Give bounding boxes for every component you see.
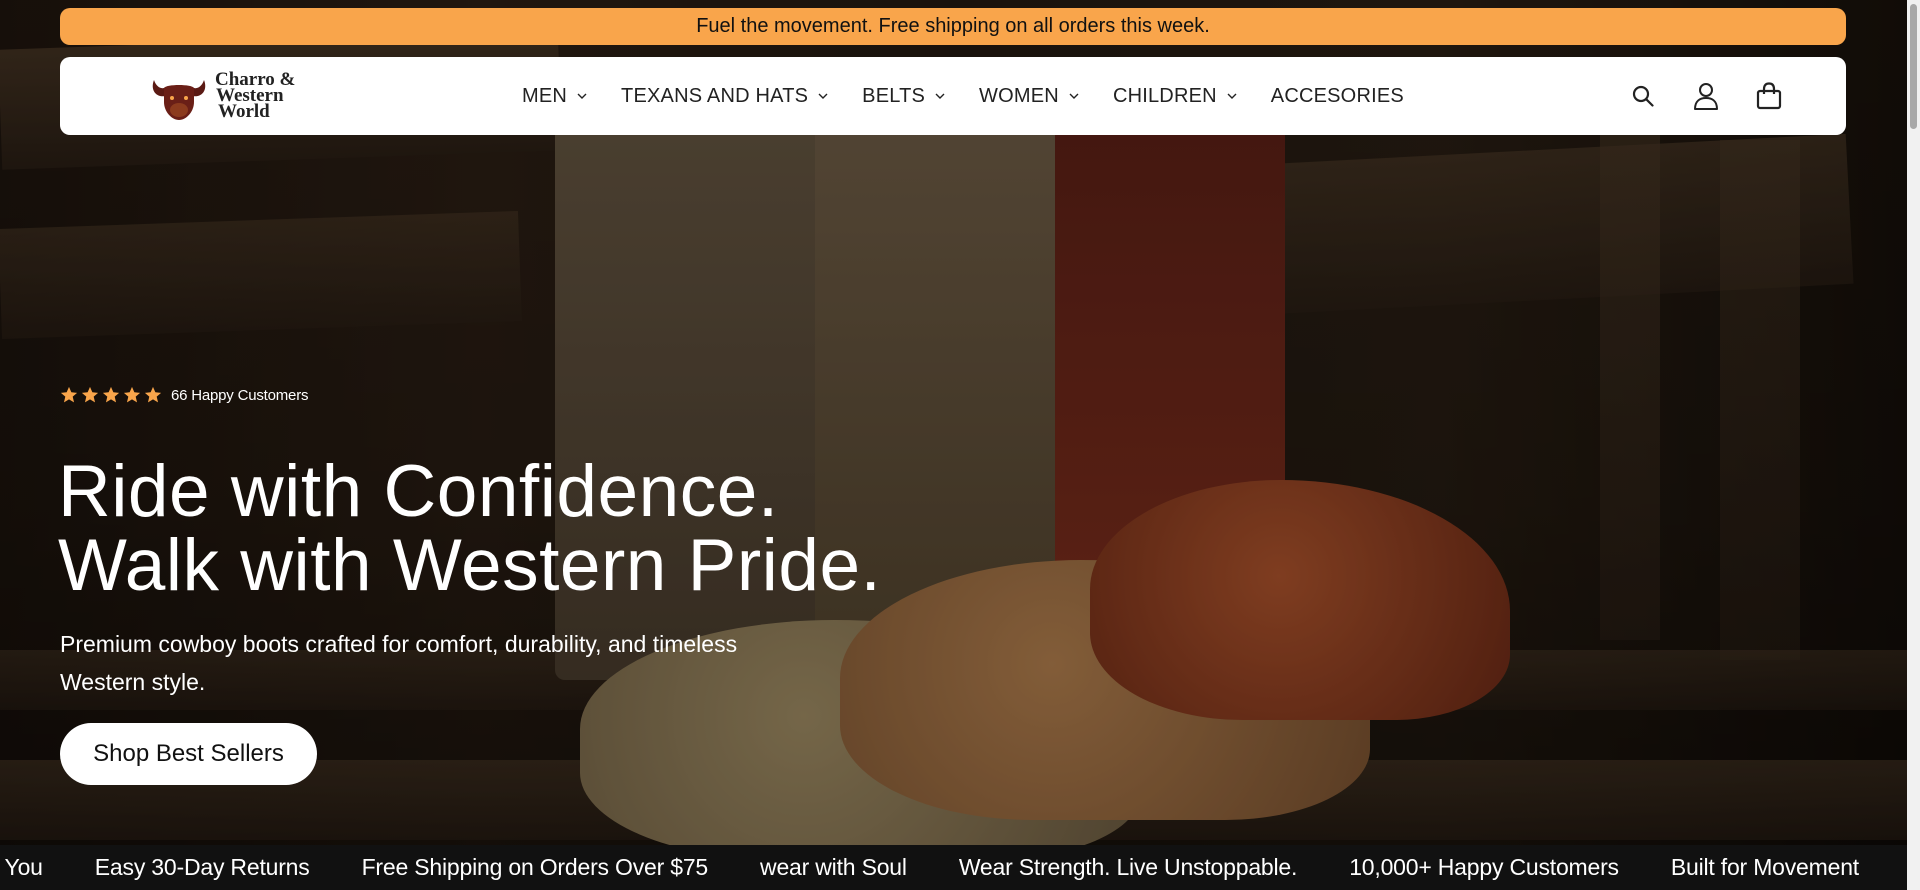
shop-best-sellers-button[interactable]: Shop Best Sellers — [60, 723, 317, 785]
marquee-item: Free Shipping on Orders Over $75 — [361, 854, 709, 880]
chevron-down-icon — [577, 93, 587, 99]
rating-text: 66 Happy Customers — [171, 386, 309, 404]
nav-item-children[interactable]: CHILDREN — [1113, 85, 1238, 108]
cart-button[interactable] — [1754, 81, 1784, 111]
benefits-marquee: th You Easy 30-Day Returns Free Shipping… — [0, 845, 1920, 890]
main-nav: MEN TEXANS AND HATS BELTS WOMEN CHILDREN… — [522, 57, 1437, 135]
header-actions — [1595, 57, 1784, 135]
scrollbar-thumb[interactable] — [1910, 4, 1917, 129]
page-scrollbar[interactable] — [1907, 0, 1920, 890]
headline-line-1: Ride with Confidence. — [58, 451, 779, 532]
search-icon — [1632, 85, 1654, 107]
chevron-down-icon — [935, 93, 945, 99]
hero-subtext: Premium cowboy boots crafted for comfort… — [60, 631, 738, 695]
chevron-down-icon — [1227, 93, 1237, 99]
headline-line-2: Walk with Western Pride. — [58, 525, 882, 606]
nav-item-texans-and-hats[interactable]: TEXANS AND HATS — [621, 85, 829, 108]
marquee-item: Built for Movement — [1670, 854, 1859, 880]
star-rating — [60, 386, 165, 404]
marquee-track: th You Easy 30-Day Returns Free Shipping… — [0, 845, 1911, 890]
hero-headline: Ride with Confidence. Walk with Western … — [58, 455, 881, 603]
star-icon — [81, 386, 99, 403]
account-button[interactable] — [1691, 81, 1721, 111]
chevron-down-icon — [1069, 93, 1079, 99]
announcement-bar: Fuel the movement. Free shipping on all … — [60, 8, 1846, 45]
nav-item-men[interactable]: MEN — [522, 85, 588, 108]
star-icon — [123, 386, 141, 403]
nav-item-women[interactable]: WOMEN — [979, 85, 1080, 108]
star-icon — [144, 386, 162, 403]
customer-rating: 66 Happy Customers — [60, 386, 308, 404]
brand-wordmark: Charro & Western World — [215, 69, 296, 122]
marquee-item: th You — [0, 854, 43, 880]
marquee-item: Wear Strength. Live Unstoppable. — [958, 854, 1298, 880]
marquee-item: wear with Soul — [760, 854, 907, 880]
bull-head-icon — [152, 80, 206, 120]
brand-logo[interactable]: Charro & Western World — [148, 68, 298, 124]
star-icon — [60, 386, 78, 403]
marquee-item: 10,000+ Happy Customers — [1349, 854, 1619, 880]
chevron-down-icon — [818, 93, 828, 99]
account-icon — [1694, 83, 1718, 110]
search-button[interactable] — [1628, 81, 1658, 111]
star-icon — [102, 386, 120, 403]
cart-icon — [1756, 82, 1782, 110]
announcement-text: Fuel the movement. Free shipping on all … — [696, 15, 1210, 37]
marquee-item: Easy 30-Day Returns — [94, 854, 310, 880]
nav-item-belts[interactable]: BELTS — [862, 85, 946, 108]
nav-item-accesories[interactable]: ACCESORIES — [1271, 85, 1404, 108]
site-header: Charro & Western World MEN TEXANS AND HA… — [60, 57, 1846, 135]
